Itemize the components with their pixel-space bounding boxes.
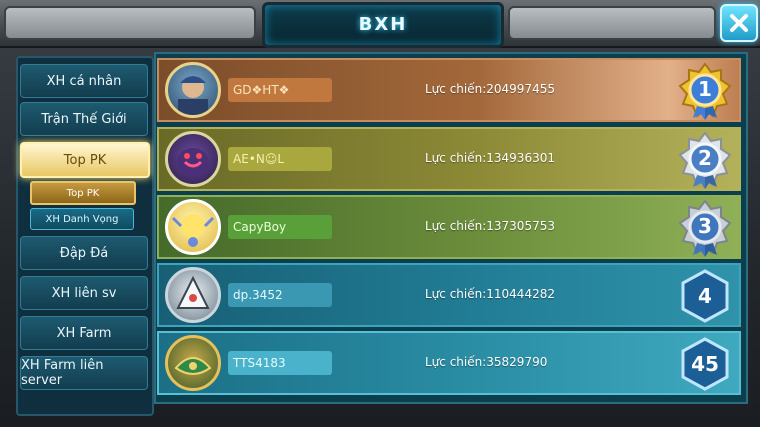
title-panel: BXH [262, 2, 504, 48]
subtab-xh-danh-vong[interactable]: XH Danh Vọng [30, 208, 134, 230]
sidebar-item-tran-the-gioi[interactable]: Trận Thế Giới [20, 102, 148, 136]
header-plate-left [4, 6, 256, 40]
combat-power: Lực chiến:35829790 [425, 355, 548, 369]
sidebar-item-dap-da[interactable]: Đập Đá [20, 236, 148, 270]
player-avatar[interactable] [165, 335, 221, 391]
combat-power: Lực chiến:110444282 [425, 287, 555, 301]
sidebar-item-xh-lien-sv[interactable]: XH liên sv [20, 276, 148, 310]
rank-number: 1 [698, 77, 712, 101]
player-name: CapyBoy [233, 220, 287, 234]
sidebar-item-xh-farm[interactable]: XH Farm [20, 316, 148, 350]
player-name-tag: dp.3452 [228, 283, 332, 307]
rank-badge: 1 [675, 62, 735, 120]
ranking-row[interactable]: dp.3452 Lực chiến:110444282 4 [157, 263, 741, 327]
header-plate-right [508, 6, 716, 40]
ranking-row[interactable]: GD❖HT❖ Lực chiến:204997455 1 [157, 58, 741, 122]
player-name-tag: TTS4183 [228, 351, 332, 375]
avatar-icon [176, 275, 210, 309]
rank-badge: 4 [675, 267, 735, 325]
rank-number: 4 [698, 284, 712, 308]
subtab-top-pk[interactable]: Top PK [30, 181, 136, 205]
sidebar-item-label: Đập Đá [59, 245, 109, 261]
player-name-tag: AE•N☺L [228, 147, 332, 171]
ranking-row[interactable]: CapyBoy Lực chiến:137305753 3 [157, 195, 741, 259]
avatar-icon [178, 76, 208, 115]
rank-badge: 3 [675, 199, 735, 257]
player-name-tag: CapyBoy [228, 215, 332, 239]
sidebar-item-xh-farm-lien-server[interactable]: XH Farm liên server [20, 356, 148, 390]
ranking-row[interactable]: TTS4183 Lực chiến:35829790 45 [157, 331, 741, 395]
sidebar-item-label: XH Farm liên server [21, 358, 104, 388]
player-avatar[interactable] [165, 131, 221, 187]
combat-power: Lực chiến:137305753 [425, 219, 555, 233]
subtab-label: Top PK [66, 187, 100, 199]
sidebar-item-label: XH liên sv [51, 285, 117, 301]
sidebar-item-label: Trận Thế Giới [41, 111, 127, 127]
subtab-label: XH Danh Vọng [45, 213, 119, 225]
rank-number: 2 [698, 146, 712, 170]
rank-badge: 2 [675, 131, 735, 189]
sidebar-item-label: Top PK [63, 152, 107, 168]
rank-badge: 45 [675, 335, 735, 393]
rank-number: 45 [691, 352, 719, 376]
player-name-tag: GD❖HT❖ [228, 78, 332, 102]
player-avatar[interactable] [165, 199, 221, 255]
player-name: dp.3452 [233, 288, 283, 302]
player-name: GD❖HT❖ [233, 83, 290, 97]
sidebar-item-label: XH cá nhân [46, 73, 122, 89]
combat-power: Lực chiến:134936301 [425, 151, 555, 165]
player-avatar[interactable] [165, 62, 221, 118]
avatar-icon [174, 357, 212, 375]
close-icon [730, 14, 748, 32]
sidebar-item-top-pk[interactable]: Top PK [20, 142, 150, 178]
page-title: BXH [358, 14, 408, 35]
avatar-icon [177, 148, 209, 176]
combat-power: Lực chiến:204997455 [425, 82, 555, 96]
ranking-row[interactable]: AE•N☺L Lực chiến:134936301 2 [157, 127, 741, 191]
sidebar-item-xh-ca-nhan[interactable]: XH cá nhân [20, 64, 148, 98]
player-name: AE•N☺L [233, 152, 285, 166]
close-button[interactable] [720, 4, 758, 42]
player-avatar[interactable] [165, 267, 221, 323]
sidebar-item-label: XH Farm [56, 325, 112, 341]
rank-number: 3 [698, 214, 712, 238]
avatar-icon [171, 214, 215, 247]
player-name: TTS4183 [233, 356, 286, 370]
